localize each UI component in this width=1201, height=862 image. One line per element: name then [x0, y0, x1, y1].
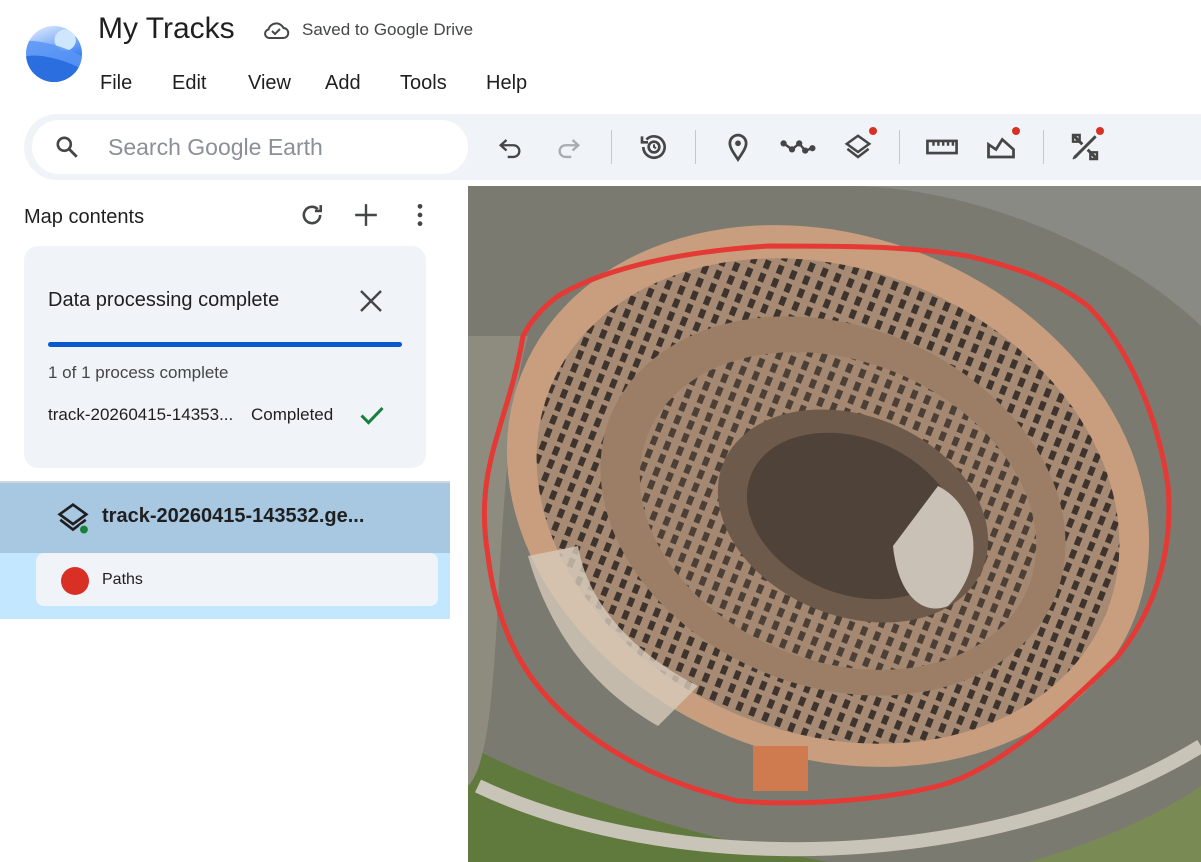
menu-edit[interactable]: Edit	[172, 72, 248, 95]
menu-file[interactable]: File	[100, 72, 172, 95]
panel-title: Map contents	[24, 206, 145, 228]
map-view[interactable]	[468, 186, 1201, 862]
notification-dot	[869, 127, 877, 135]
elevation-profile-icon	[987, 137, 1015, 159]
placemark-icon	[728, 133, 748, 162]
menu-add[interactable]: Add	[325, 72, 400, 95]
layers-button[interactable]	[840, 127, 877, 165]
more-options-button[interactable]	[405, 200, 435, 230]
process-count: 1 of 1 process complete	[48, 363, 229, 382]
plus-icon	[355, 204, 377, 226]
undo-icon	[498, 139, 521, 159]
redo-icon	[558, 139, 581, 159]
processing-card: Data processing complete 1 of 1 process …	[24, 246, 426, 468]
more-vert-icon	[417, 203, 423, 227]
elevation-profile-button[interactable]	[983, 127, 1020, 165]
historical-imagery-button[interactable]	[636, 129, 672, 165]
search-box	[32, 120, 468, 174]
notification-dot	[1012, 127, 1020, 135]
progress-bar	[48, 342, 402, 347]
menu-view[interactable]: View	[248, 72, 325, 95]
add-content-button[interactable]	[351, 200, 381, 230]
historical-imagery-icon	[640, 135, 666, 159]
add-placemark-button[interactable]	[720, 129, 756, 165]
refresh-icon	[302, 205, 323, 225]
process-file-status: Completed	[251, 405, 334, 424]
google-earth-logo-icon[interactable]	[26, 26, 82, 82]
process-file-name: track-20260415-14353...	[48, 405, 234, 424]
redo-button[interactable]	[551, 129, 587, 165]
close-icon	[360, 290, 382, 312]
layers-icon	[844, 134, 872, 159]
path-icon	[780, 140, 816, 154]
toolbar-divider	[611, 130, 612, 164]
sublayer-row: Paths	[0, 553, 450, 619]
cloud-done-icon	[264, 22, 290, 39]
layer-item[interactable]: track-20260415-143532.ge...	[0, 481, 450, 553]
toolbar-divider	[1043, 130, 1044, 164]
sublayer-label: Paths	[102, 571, 143, 588]
project-title[interactable]: My Tracks	[98, 12, 235, 46]
layers-icon	[57, 502, 90, 535]
save-status: Saved to Google Drive	[262, 19, 473, 41]
undo-button[interactable]	[492, 129, 528, 165]
toolbar-divider	[695, 130, 696, 164]
measure-button[interactable]	[924, 129, 960, 165]
check-icon	[360, 406, 384, 425]
menu-help[interactable]: Help	[486, 72, 527, 95]
map-contents-panel: Map contents Data processing complete 1 …	[0, 186, 450, 862]
refresh-button[interactable]	[297, 200, 327, 230]
sublayer-item-paths[interactable]: Paths	[36, 553, 438, 606]
draw-path-button[interactable]	[780, 129, 816, 165]
satellite-imagery	[468, 186, 1201, 862]
menu-tools[interactable]: Tools	[400, 72, 486, 95]
progress-fill	[48, 342, 402, 347]
close-card-button[interactable]	[356, 286, 386, 316]
layer-name: track-20260415-143532.ge...	[102, 505, 365, 527]
card-title: Data processing complete	[48, 289, 280, 311]
save-status-label: Saved to Google Drive	[302, 20, 474, 39]
paths-color-swatch	[61, 567, 89, 595]
notification-dot	[1096, 127, 1104, 135]
menu-bar: File Edit View Add Tools Help	[100, 72, 527, 95]
search-input[interactable]	[108, 130, 448, 164]
design-tools-icon	[1071, 133, 1099, 161]
toolbar-divider	[899, 130, 900, 164]
toolbar	[24, 114, 1201, 180]
measure-icon	[926, 139, 958, 155]
design-tools-button[interactable]	[1067, 127, 1104, 165]
search-icon[interactable]	[54, 134, 80, 160]
app-header: My Tracks Saved to Google Drive File Edi…	[0, 0, 1201, 186]
